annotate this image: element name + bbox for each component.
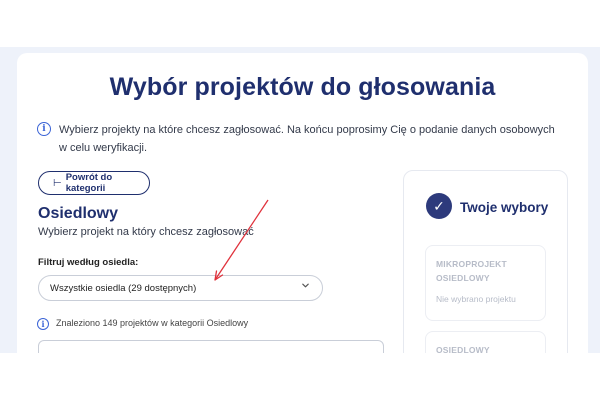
back-arrow-icon: ⊢ (53, 177, 62, 189)
choices-panel: ✓ Twoje wybory MIKROPROJEKT OSIEDLOWY Ni… (403, 170, 568, 353)
filter-label: Filtruj według osiedla: (38, 257, 139, 268)
chevron-down-icon (301, 281, 310, 292)
category-title: Osiedlowy (38, 205, 119, 222)
slot-label: MIKROPROJEKT OSIEDLOWY (436, 259, 507, 283)
back-button-label: Powrót do kategorii (65, 172, 113, 194)
info-icon: i (37, 122, 51, 136)
info-text: Wybierz projekty na które chcesz zagłoso… (59, 124, 555, 154)
slot-label: OSIEDLOWY (436, 345, 490, 353)
choices-title: Twoje wybory (460, 200, 549, 215)
check-icon: ✓ (426, 193, 452, 219)
district-filter-select[interactable]: Wszystkie osiedla (29 dostępnych) (38, 275, 323, 301)
main-card: Wybór projektów do głosowania i Wybierz … (17, 53, 588, 353)
district-filter-value: Wszystkie osiedla (29 dostępnych) (50, 282, 197, 294)
app-stage: Wybór projektów do głosowania i Wybierz … (0, 0, 600, 400)
info-icon: i (37, 318, 49, 330)
page-title: Wybór projektów do głosowania (109, 73, 496, 101)
back-to-categories-button[interactable]: ⊢ Powrót do kategorii (38, 171, 150, 195)
category-subtitle: Wybierz projekt na który chcesz zagłosow… (38, 226, 254, 238)
results-count-text: Znaleziono 149 projektów w kategorii Osi… (56, 318, 249, 328)
slot-empty-text: Nie wybrano projektu (436, 294, 516, 304)
project-list-item[interactable] (38, 340, 384, 353)
choice-slot-district: OSIEDLOWY (425, 331, 546, 353)
choice-slot-micro: MIKROPROJEKT OSIEDLOWY Nie wybrano proje… (425, 245, 546, 321)
